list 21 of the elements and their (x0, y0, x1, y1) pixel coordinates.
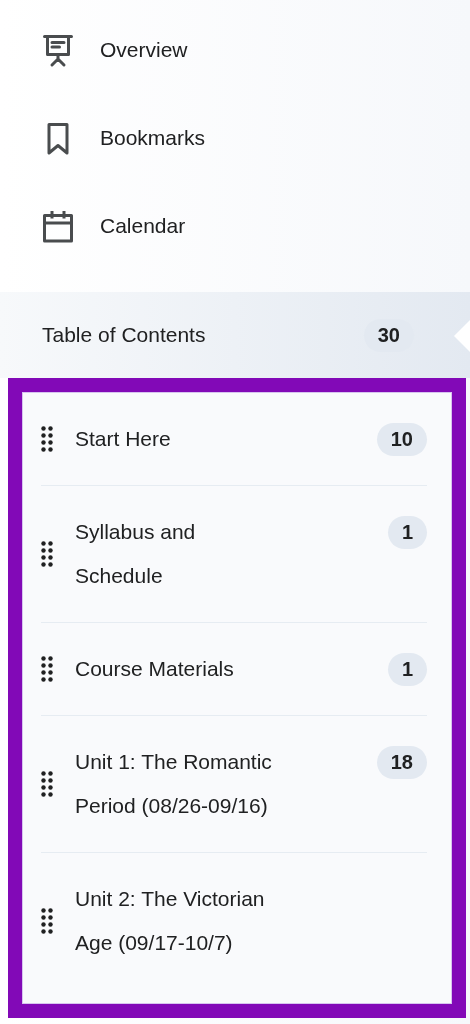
presentation-board-icon (40, 32, 76, 68)
drag-handle-icon[interactable] (41, 656, 53, 682)
module-link[interactable]: Syllabus and Schedule (75, 510, 280, 598)
tab-pointer (454, 320, 470, 352)
drag-handle-icon[interactable] (41, 541, 53, 567)
nav-item[interactable]: Bookmarks (0, 94, 470, 182)
module-link[interactable]: Course Materials (75, 647, 280, 691)
module-link[interactable]: Unit 2: The Victorian Age (09/17-10/7) (75, 877, 280, 965)
drag-handle-icon[interactable] (41, 771, 53, 797)
module-link[interactable]: Start Here (75, 417, 280, 461)
count-badge: 10 (376, 423, 427, 456)
drag-handle-icon[interactable] (41, 426, 53, 452)
table-of-contents-tab[interactable]: Table of Contents 30 (0, 292, 470, 378)
count-badge: 1 (387, 516, 427, 549)
drag-handle-icon[interactable] (41, 908, 53, 934)
module-link[interactable]: Unit 1: The Romantic Period (08/26-09/16) (75, 740, 280, 828)
nav-item[interactable]: Calendar (0, 182, 470, 270)
count-badge: 18 (376, 746, 427, 779)
nav-item[interactable]: Overview (0, 6, 470, 94)
calendar-icon (40, 208, 76, 244)
count-badge: 1 (387, 653, 427, 686)
